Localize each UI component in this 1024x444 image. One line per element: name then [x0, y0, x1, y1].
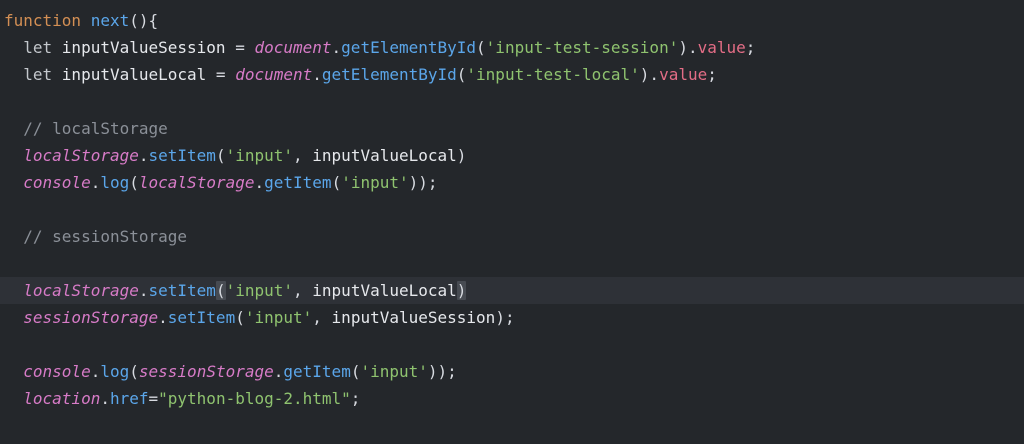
code-line[interactable]: sessionStorage.setItem('input', inputVal…: [0, 304, 1024, 331]
code-token-punct: ): [456, 146, 467, 165]
code-token-italic: sessionStorage: [23, 308, 159, 327]
code-token-punct: (: [129, 362, 139, 381]
code-token-punct: (: [476, 38, 486, 57]
code-token-ident: inputValueLocal: [312, 146, 457, 165]
code-token-string: 'input-test-session': [485, 38, 679, 57]
code-line[interactable]: [0, 250, 1024, 277]
code-token-keyword: function: [4, 11, 91, 30]
code-token-punct: [4, 173, 23, 192]
code-token-ident: inputValueSession: [331, 308, 496, 327]
code-line[interactable]: localStorage.setItem('input', inputValue…: [0, 142, 1024, 169]
code-token-comment: // localStorage: [4, 119, 168, 138]
code-token-italic: console: [23, 173, 91, 192]
code-token-prop: value: [659, 65, 708, 84]
code-token-punct: .: [331, 38, 342, 57]
code-token-punct: ).: [678, 38, 698, 57]
code-token-prop: value: [697, 38, 746, 57]
code-token-punct: [4, 389, 23, 408]
code-line-active[interactable]: localStorage.setItem('input', inputValue…: [0, 277, 1024, 304]
code-token-punct: [4, 146, 23, 165]
code-token-italic: document: [254, 38, 332, 57]
code-editor[interactable]: function next(){ let inputValueSession =…: [0, 0, 1024, 444]
code-token-func: next: [90, 11, 130, 30]
code-token-string: 'input-test-local': [466, 65, 640, 84]
code-token-func: getItem: [264, 173, 332, 192]
code-token-func: setItem: [167, 308, 236, 327]
code-token-punct: ): [456, 281, 467, 300]
code-token-punct: [4, 362, 23, 381]
code-token-string: 'input': [244, 308, 313, 327]
code-token-punct: (: [331, 173, 342, 192]
code-token-punct: ;: [350, 389, 361, 408]
code-token-punct: .: [312, 65, 322, 84]
code-token-let: let: [4, 38, 62, 57]
code-token-italic: location: [23, 389, 101, 408]
code-token-string: 'input': [360, 362, 428, 381]
code-token-punct: .: [158, 308, 168, 327]
code-line[interactable]: [0, 196, 1024, 223]
code-token-punct: .: [90, 173, 101, 192]
code-line[interactable]: let inputValueLocal = document.getElemen…: [0, 61, 1024, 88]
code-token-punct: (: [129, 173, 139, 192]
code-token-italic: localStorage: [23, 281, 139, 300]
code-token-punct: ,: [293, 146, 313, 165]
code-line[interactable]: [0, 88, 1024, 115]
code-line[interactable]: [0, 331, 1024, 358]
code-token-punct: .: [138, 281, 149, 300]
code-token-punct: ));: [408, 173, 438, 192]
code-token-punct: (){: [129, 11, 159, 30]
code-token-punct: ,: [312, 308, 332, 327]
code-token-func: setItem: [148, 146, 216, 165]
code-line[interactable]: console.log(sessionStorage.getItem('inpu…: [0, 358, 1024, 385]
code-token-italic: localStorage: [138, 173, 255, 192]
code-token-italic: sessionStorage: [138, 362, 274, 381]
code-line[interactable]: location.href="python-blog-2.html";: [0, 385, 1024, 412]
code-token-string: 'input': [225, 146, 294, 165]
code-token-string: 'input': [225, 281, 294, 300]
code-token-punct: .: [90, 362, 101, 381]
code-token-func: log: [100, 362, 130, 381]
code-line[interactable]: console.log(localStorage.getItem('input'…: [0, 169, 1024, 196]
code-token-punct: [4, 308, 23, 327]
code-token-func: getElementById: [321, 65, 457, 84]
code-token-func: log: [100, 173, 130, 192]
code-token-func: setItem: [148, 281, 216, 300]
code-token-func: href: [109, 389, 149, 408]
code-token-punct: ));: [427, 362, 457, 381]
code-line[interactable]: function next(){: [0, 7, 1024, 34]
code-token-punct: =: [206, 65, 236, 84]
code-token-punct: ;: [745, 38, 756, 57]
code-token-punct: .: [273, 362, 284, 381]
code-token-string: "python-blog-2.html": [158, 389, 351, 408]
code-token-string: 'input': [341, 173, 409, 192]
code-token-italic: localStorage: [23, 146, 139, 165]
code-token-punct: .: [254, 173, 265, 192]
code-token-let: let: [4, 65, 62, 84]
code-token-punct: (: [215, 281, 226, 300]
code-token-ident: inputValueSession: [61, 38, 226, 57]
code-line[interactable]: // sessionStorage: [0, 223, 1024, 250]
code-token-comment: // sessionStorage: [4, 227, 188, 246]
code-token-punct: );: [495, 308, 515, 327]
code-token-punct: [4, 281, 23, 300]
code-token-punct: .: [138, 146, 149, 165]
code-token-italic: console: [23, 362, 91, 381]
code-token-punct: (: [235, 308, 245, 327]
code-token-punct: ;: [707, 65, 717, 84]
code-token-ident: inputValueLocal: [312, 281, 457, 300]
code-token-func: getElementById: [341, 38, 477, 57]
code-token-punct: (: [215, 146, 226, 165]
code-line[interactable]: let inputValueSession = document.getElem…: [0, 34, 1024, 61]
code-token-punct: ,: [293, 281, 313, 300]
code-line[interactable]: // localStorage: [0, 115, 1024, 142]
code-token-func: getItem: [283, 362, 351, 381]
code-token-punct: ).: [639, 65, 660, 84]
code-token-ident: inputValueLocal: [61, 65, 207, 84]
code-token-punct: (: [456, 65, 467, 84]
code-token-punct: =: [148, 389, 159, 408]
code-token-italic: document: [235, 65, 313, 84]
code-token-punct: =: [225, 38, 255, 57]
code-token-punct: .: [100, 389, 110, 408]
